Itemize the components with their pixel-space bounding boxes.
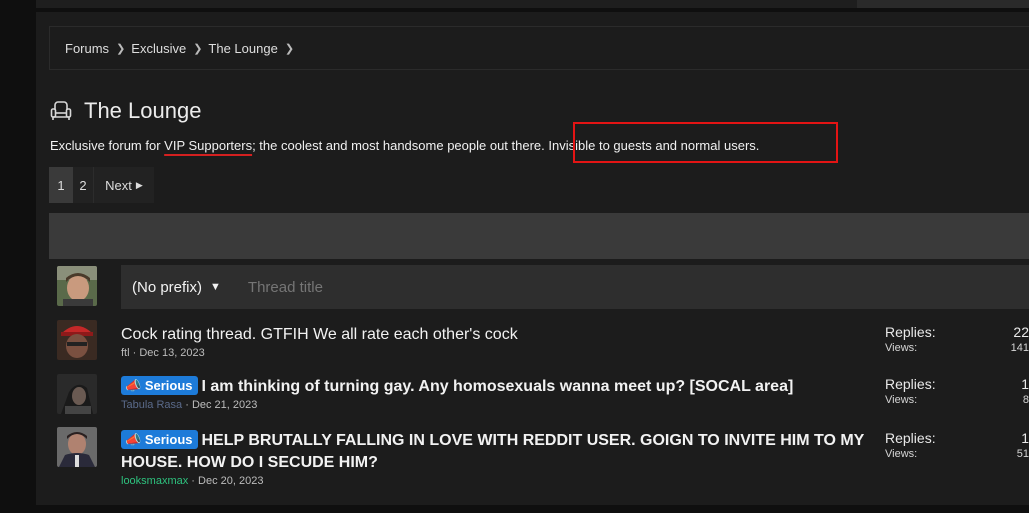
prefix-label: (No prefix) — [132, 278, 203, 296]
prefix-badge[interactable]: 📣 Serious — [121, 376, 198, 395]
thread-list-header-bar — [49, 213, 1029, 259]
page-1-button[interactable]: 1 — [49, 167, 73, 203]
replies-label: Replies: — [885, 376, 936, 392]
description-text: ; the coolest and most handsome people o… — [252, 138, 542, 153]
avatar[interactable] — [57, 374, 97, 414]
thread-author[interactable]: looksmaxmax — [121, 475, 188, 487]
thread-meta: looksmaxmax · Dec 20, 2023 — [121, 475, 264, 487]
thread-date[interactable]: Dec 13, 2023 — [139, 347, 204, 359]
avatar[interactable] — [57, 266, 97, 306]
views-count: 51 — [1016, 448, 1029, 460]
chevron-right-icon: ❯ — [284, 43, 295, 55]
replies-count: 1 — [1021, 430, 1029, 446]
caret-right-icon: ▶ — [135, 179, 143, 190]
chevron-right-icon: ❯ — [193, 43, 203, 55]
megaphone-icon: 📣 — [125, 432, 142, 447]
breadcrumb-the-lounge[interactable]: The Lounge — [208, 41, 277, 56]
prefix-dropdown[interactable]: (No prefix) ▼ — [132, 279, 221, 296]
thread-stats: Replies: 22 Views: 141 — [885, 324, 1029, 354]
thread-date[interactable]: Dec 20, 2023 — [198, 475, 263, 487]
thread-item: 📣 Serious HELP BRUTALLY FALLING IN LOVE W… — [121, 430, 881, 487]
thread-title-line: 📣 Serious HELP BRUTALLY FALLING IN LOVE W… — [121, 430, 881, 474]
badge-label: Serious — [144, 432, 193, 447]
armchair-icon — [50, 100, 72, 122]
caret-down-icon: ▼ — [210, 281, 221, 293]
views-label: Views: — [885, 394, 918, 406]
thread-meta: Tabula Rasa · Dec 21, 2023 — [121, 399, 258, 411]
breadcrumb-exclusive[interactable]: Exclusive — [131, 41, 186, 56]
thread-date[interactable]: Dec 21, 2023 — [192, 399, 257, 411]
badge-label: Serious — [144, 378, 193, 393]
forum-header: The Lounge — [50, 98, 201, 124]
breadcrumb-forums[interactable]: Forums — [65, 41, 109, 56]
avatar[interactable] — [57, 320, 97, 360]
prefix-badge[interactable]: 📣 Serious — [121, 430, 198, 449]
thread-author[interactable]: ftl — [121, 347, 130, 359]
top-strip — [0, 0, 1029, 12]
chevron-right-icon: ❯ — [116, 43, 126, 55]
thread-title-link[interactable]: Cock rating thread. GTFIH We all rate ea… — [121, 324, 881, 346]
avatar[interactable] — [57, 427, 97, 467]
vip-supporters-link[interactable]: VIP Supporters — [164, 138, 252, 153]
replies-count: 1 — [1021, 376, 1029, 392]
thread-title-line: 📣 Serious I am thinking of turning gay. A… — [121, 376, 881, 398]
header-bar — [36, 0, 1029, 8]
thread-author[interactable]: Tabula Rasa — [121, 399, 182, 411]
forum-page: Forums ❯ Exclusive ❯ The Lounge ❯ The Lo… — [36, 12, 1029, 505]
megaphone-icon: 📣 — [125, 378, 142, 393]
next-page-button[interactable]: Next ▶ — [93, 167, 154, 203]
views-label: Views: — [885, 448, 918, 460]
thread-item: 📣 Serious I am thinking of turning gay. A… — [121, 376, 881, 411]
views-count: 141 — [1010, 342, 1029, 354]
thread-title-link[interactable]: HELP BRUTALLY FALLING IN LOVE WITH REDDI… — [121, 432, 864, 471]
thread-item: Cock rating thread. GTFIH We all rate ea… — [121, 324, 881, 359]
replies-label: Replies: — [885, 324, 936, 340]
replies-label: Replies: — [885, 430, 936, 446]
page-title: The Lounge — [84, 98, 202, 123]
pagination: 1 2 Next ▶ — [49, 167, 154, 203]
replies-count: 22 — [1013, 324, 1029, 340]
thread-title-link[interactable]: I am thinking of turning gay. Any homose… — [202, 378, 794, 395]
thread-title-input[interactable] — [245, 277, 750, 297]
description-text: Exclusive forum for — [50, 138, 165, 153]
new-thread-row: (No prefix) ▼ — [121, 265, 1029, 309]
views-label: Views: — [885, 342, 918, 354]
annotation-highlight-box — [573, 122, 838, 163]
breadcrumb: Forums ❯ Exclusive ❯ The Lounge ❯ — [49, 26, 1029, 70]
thread-stats: Replies: 1 Views: 51 — [885, 430, 1029, 460]
thread-stats: Replies: 1 Views: 8 — [885, 376, 1029, 406]
page-2-button[interactable]: 2 — [73, 167, 93, 203]
thread-meta: ftl · Dec 13, 2023 — [121, 347, 205, 359]
next-label: Next — [105, 177, 132, 193]
views-count: 8 — [1022, 394, 1029, 406]
header-button[interactable] — [857, 0, 1029, 8]
